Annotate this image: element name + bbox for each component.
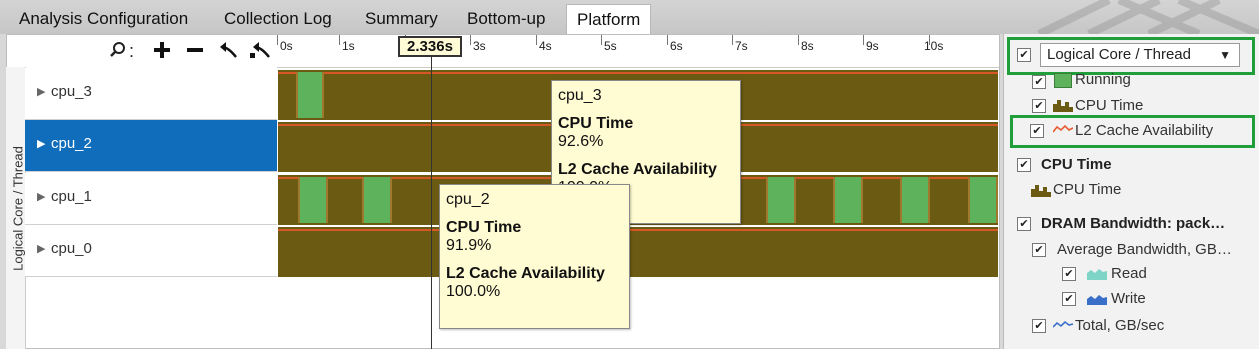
- row-label: cpu_2: [51, 135, 92, 152]
- expand-arrow-icon[interactable]: ▶: [37, 242, 45, 255]
- write-swatch-icon: [1087, 295, 1107, 305]
- tooltip-metric: CPU Time: [446, 219, 522, 236]
- checkbox-icon[interactable]: ✔: [1032, 243, 1046, 257]
- running-segment: [362, 177, 392, 223]
- grouping-label: Logical Core / Thread: [10, 146, 26, 271]
- legend-read: Read: [1111, 265, 1147, 282]
- tooltip-cpu-2: cpu_2 CPU Time 91.9% L2 Cache Availabili…: [439, 184, 630, 329]
- row-cpu-0[interactable]: ▶ cpu_0: [25, 225, 277, 277]
- legend-group-dram: DRAM Bandwidth: pack…: [1041, 215, 1226, 232]
- tick-label: 1s: [342, 39, 355, 53]
- grouping-label-column: Logical Core / Thread: [6, 67, 26, 349]
- running-segment: [766, 177, 796, 223]
- tooltip-title: cpu_2: [446, 191, 490, 208]
- running-swatch-icon: [1054, 73, 1072, 88]
- tab-analysis-configuration[interactable]: Analysis Configuration: [19, 4, 188, 34]
- tick-label: 0s: [280, 39, 293, 53]
- legend-total: Total, GB/sec: [1075, 317, 1165, 334]
- lane-cpu-0[interactable]: [278, 227, 998, 277]
- tick-label: 5s: [604, 39, 617, 53]
- legend-group-cpu-time: CPU Time: [1041, 156, 1112, 173]
- row-label: cpu_3: [51, 83, 92, 100]
- row-label: cpu_0: [51, 240, 92, 257]
- dropdown-arrow-icon[interactable]: ▼: [1219, 44, 1231, 66]
- legend-write: Write: [1111, 290, 1146, 307]
- checkbox-icon[interactable]: ✔: [1062, 267, 1076, 281]
- tick-label: 3s: [473, 39, 486, 53]
- plus-icon[interactable]: [153, 41, 171, 63]
- row-label: cpu_1: [51, 188, 92, 205]
- expand-arrow-icon[interactable]: ▶: [37, 85, 45, 98]
- timeline-toolbar: :: [25, 35, 276, 67]
- running-segment: [900, 177, 930, 223]
- tick-label: 8s: [801, 39, 814, 53]
- tooltip-metric: L2 Cache Availability: [446, 265, 605, 282]
- search-icon[interactable]: [109, 41, 127, 63]
- checkbox-icon[interactable]: ✔: [1030, 124, 1044, 138]
- time-cursor[interactable]: [431, 57, 432, 349]
- toolbar-separator: :: [129, 41, 135, 61]
- tab-summary[interactable]: Summary: [365, 4, 438, 34]
- checkbox-icon[interactable]: ✔: [1032, 75, 1046, 89]
- running-segment: [833, 177, 863, 223]
- dropdown-value: Logical Core / Thread: [1047, 46, 1191, 63]
- cache-line-swatch-icon: [1053, 124, 1073, 133]
- checkbox-icon[interactable]: ✔: [1062, 292, 1076, 306]
- legend-cpu-time: CPU Time: [1075, 97, 1144, 114]
- row-cpu-1[interactable]: ▶ cpu_1: [25, 173, 277, 225]
- read-swatch-icon: [1087, 269, 1107, 280]
- undo-zoom-icon[interactable]: [218, 41, 238, 63]
- checkbox-icon[interactable]: ✔: [1017, 158, 1031, 172]
- tooltip-value: 92.6%: [558, 133, 604, 150]
- legend-cpu-time-sub: CPU Time: [1053, 181, 1122, 198]
- tooltip-title: cpu_3: [558, 87, 602, 104]
- tooltip-metric: CPU Time: [558, 115, 634, 132]
- expand-arrow-icon[interactable]: ▶: [37, 137, 45, 150]
- total-swatch-icon: [1053, 320, 1073, 328]
- tick-label: 9s: [866, 39, 879, 53]
- tooltip-metric: L2 Cache Availability: [558, 161, 717, 178]
- tab-platform[interactable]: Platform: [566, 4, 652, 35]
- time-ruler[interactable]: 0s 1s 2s 3s 4s 5s 6s 7s 8s 9s 10s: [277, 35, 999, 68]
- row-cpu-2[interactable]: ▶ cpu_2: [25, 120, 277, 172]
- tick-label: 10s: [924, 39, 944, 53]
- checkbox-icon[interactable]: ✔: [1032, 99, 1046, 113]
- running-segment: [296, 72, 324, 118]
- cursor-time-label: 2.336s: [398, 36, 462, 57]
- tick-label: 4s: [539, 39, 552, 53]
- tab-collection-log[interactable]: Collection Log: [224, 4, 332, 34]
- legend-l2-cache: L2 Cache Availability: [1075, 122, 1214, 139]
- checkbox-icon[interactable]: ✔: [1032, 319, 1046, 333]
- checkbox-icon[interactable]: ✔: [1017, 48, 1031, 62]
- expand-arrow-icon[interactable]: ▶: [37, 190, 45, 203]
- minus-icon[interactable]: [186, 41, 204, 63]
- tab-bottom-up[interactable]: Bottom-up: [467, 4, 545, 34]
- tick-label: 6s: [670, 39, 683, 53]
- running-segment: [298, 177, 328, 223]
- tooltip-value: 100.0%: [446, 283, 501, 300]
- reset-zoom-icon[interactable]: [249, 41, 271, 63]
- checkbox-icon[interactable]: ✔: [1017, 217, 1031, 231]
- grouping-dropdown[interactable]: Logical Core / Thread ▼: [1040, 43, 1240, 67]
- tab-bar: Analysis Configuration Collection Log Su…: [0, 0, 1259, 35]
- cpu-time-swatch-icon: [1053, 100, 1073, 112]
- header-decoration: [1037, 0, 1259, 34]
- legend-running: Running: [1075, 71, 1131, 88]
- cpu-time-swatch-icon: [1031, 185, 1051, 197]
- running-segment: [968, 177, 998, 223]
- row-cpu-3[interactable]: ▶ cpu_3: [25, 68, 277, 120]
- tick-label: 7s: [735, 39, 748, 53]
- tooltip-value: 91.9%: [446, 237, 492, 254]
- legend-average-bandwidth: Average Bandwidth, GB…: [1057, 241, 1232, 258]
